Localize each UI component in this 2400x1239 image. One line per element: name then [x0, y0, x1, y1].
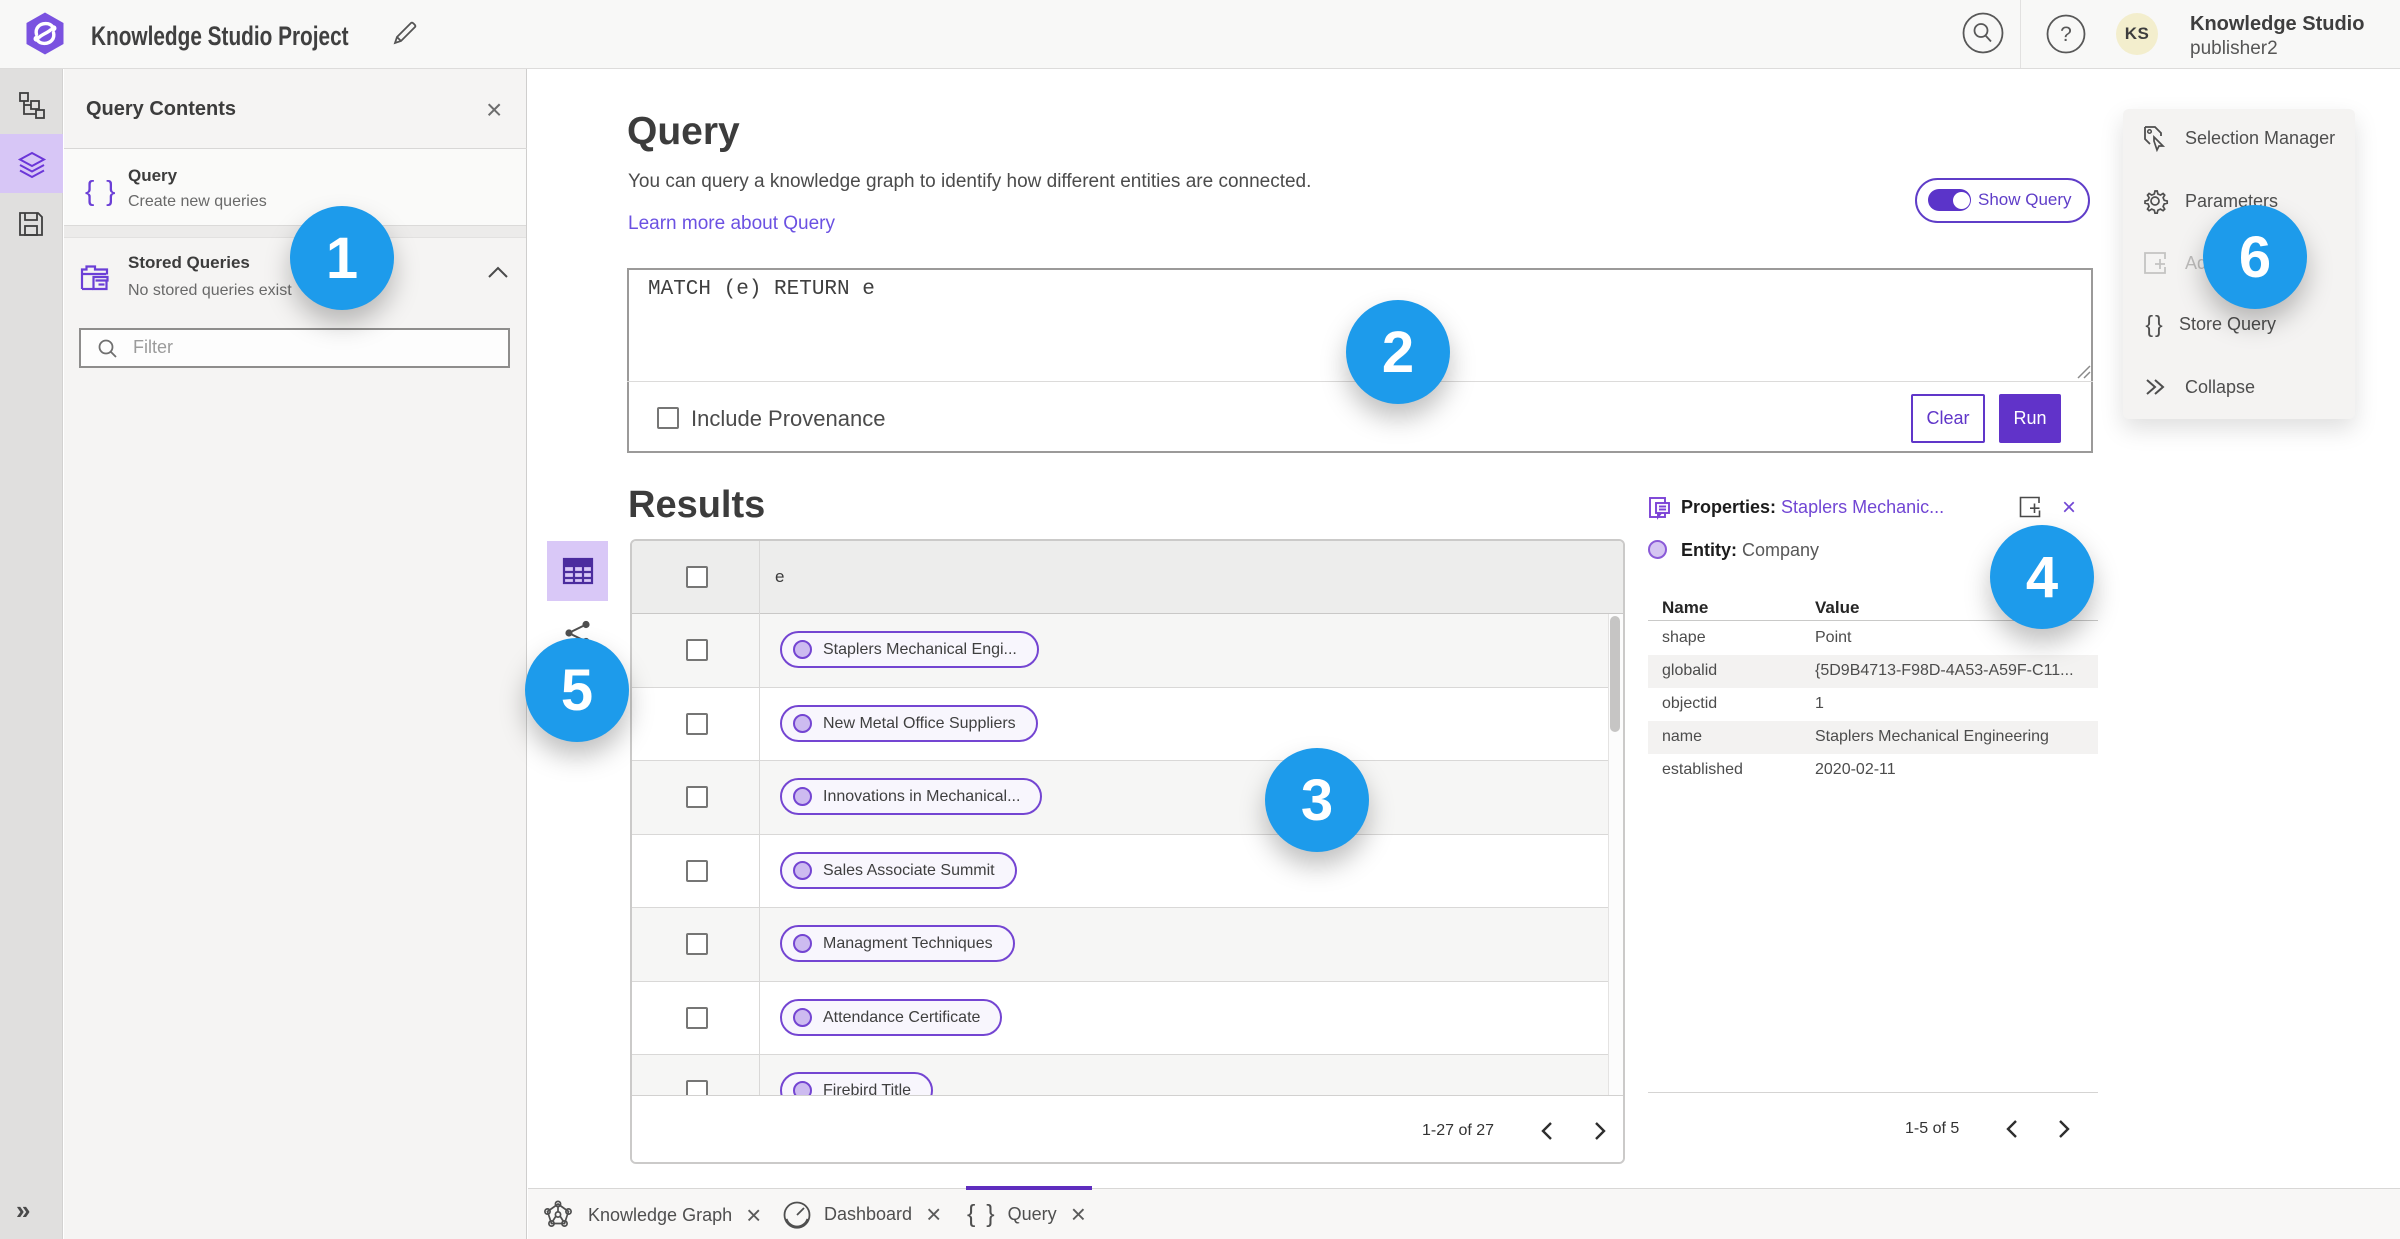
svg-text:?: ?: [2060, 23, 2072, 46]
